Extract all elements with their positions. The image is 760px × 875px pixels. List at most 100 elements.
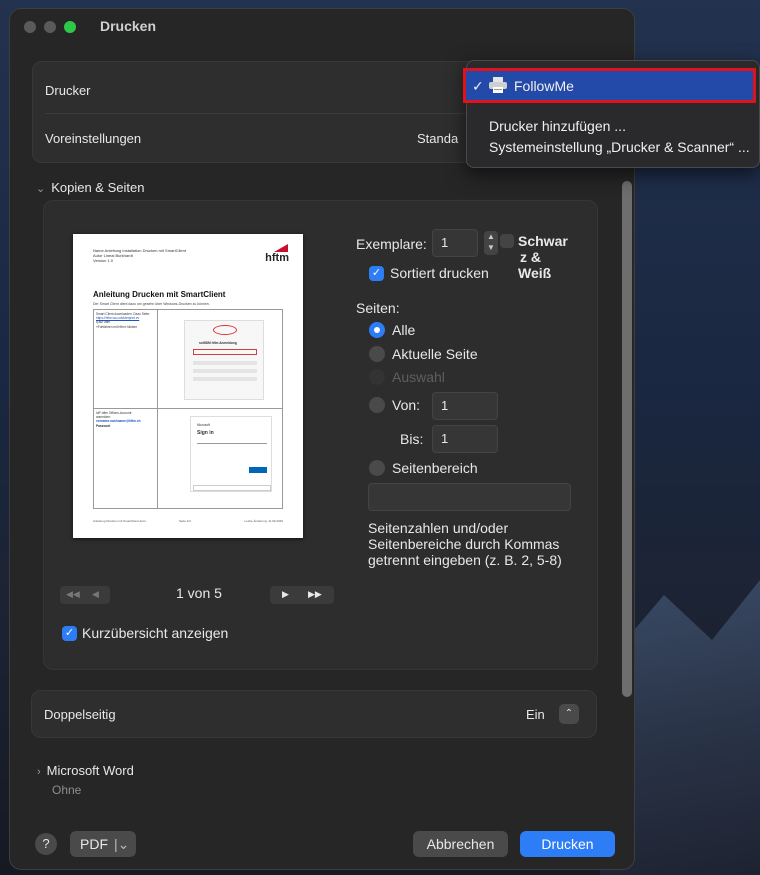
prev-page-icon[interactable]: ◀: [92, 589, 99, 600]
preview-field: [193, 377, 257, 381]
preview-table: Smart Client downloaden. Dazu Seite: htt…: [93, 309, 283, 509]
hint-line: getrennt eingeben (z. B. 2, 5-8): [368, 552, 562, 568]
printer-icon: [488, 77, 508, 93]
from-input[interactable]: 1: [432, 392, 498, 420]
radio-range-label: Seitenbereich: [392, 460, 478, 476]
print-button[interactable]: Drucken: [520, 831, 615, 857]
last-page-icon[interactable]: ▶▶: [308, 589, 322, 600]
preview-table-line: [157, 310, 158, 508]
preview-signin-options: [193, 485, 271, 491]
chevron-down-icon: ⌄: [36, 183, 46, 195]
radio-from[interactable]: [369, 397, 385, 413]
duplex-panel: Doppelseitig Ein ⌃: [31, 690, 597, 738]
preview-col1: Smart Client downloaden. Dazu Seite: htt…: [96, 312, 154, 329]
selected-printer-label: FollowMe: [514, 78, 574, 94]
copies-section-title: Kopien & Seiten: [51, 180, 145, 195]
preview-field: [193, 369, 257, 373]
page-indicator: 1 von 5: [176, 585, 222, 601]
preview-table-line: [94, 408, 282, 409]
bw-label: Schwar z & Weiß: [518, 233, 568, 281]
preview-next-btn: [249, 467, 267, 473]
duplex-select-icon[interactable]: ⌃: [559, 704, 579, 724]
next-last-page-buttons[interactable]: ▶ ▶▶: [270, 586, 334, 604]
pdf-menu-button[interactable]: PDF |⌄: [70, 831, 136, 857]
cancel-button[interactable]: Abbrechen: [413, 831, 508, 857]
preview-field: [197, 443, 267, 444]
scrollbar[interactable]: [622, 181, 632, 697]
duplex-label: Doppelseitig: [44, 707, 116, 722]
preview-heading: Anleitung Drucken mit SmartClient: [93, 290, 226, 299]
preview-highlight: [193, 349, 257, 355]
page-preview: Name Anleitung Installation Drucken mit …: [73, 234, 303, 538]
word-section-toggle[interactable]: › Microsoft Word: [37, 763, 134, 778]
preview-card-title: Sign in: [197, 430, 214, 436]
copies-section-toggle[interactable]: ⌄ Kopien & Seiten: [36, 180, 144, 195]
first-page-icon[interactable]: ◀◀: [66, 589, 80, 600]
copies-stepper[interactable]: ▲ ▼: [484, 231, 498, 255]
printer-option-selected[interactable]: ✓ FollowMe: [463, 68, 756, 103]
printer-label: Drucker: [45, 83, 91, 98]
preview-meta: Name Anleitung Installation Drucken mit …: [93, 248, 186, 263]
preview-card-title: softIDM hftm Anmeldung: [199, 341, 237, 345]
word-section-subtitle: Ohne: [52, 783, 82, 797]
close-window-button[interactable]: [24, 21, 36, 33]
preview-footer: Anleitung Drucken mit SmartClient.docx S…: [93, 519, 283, 523]
preview-col2: IdP-hftm Offices-Account anmelden: vorna…: [96, 411, 154, 428]
presets-select[interactable]: Standa: [417, 131, 458, 146]
pages-label: Seiten:: [356, 300, 400, 316]
chevron-down-icon: |⌄: [114, 836, 130, 852]
from-label: Von:: [392, 397, 421, 413]
thumbnail-checkbox[interactable]: ✓: [62, 626, 77, 641]
radio-all-label: Alle: [392, 322, 416, 338]
preview-meta-line: Version 1.0: [93, 258, 114, 263]
zoom-window-button[interactable]: [64, 21, 76, 33]
copies-input[interactable]: 1: [432, 229, 478, 257]
help-button[interactable]: ?: [35, 833, 57, 855]
preview-screenshot-2: Microsoft Sign in: [190, 416, 272, 492]
window-title: Drucken: [100, 18, 157, 34]
bw-checkbox[interactable]: [500, 234, 514, 248]
bw-label-line: Schwar: [518, 233, 568, 249]
title-bar: Drucken: [10, 9, 634, 45]
bw-label-line: z &: [520, 249, 541, 265]
preview-text: «Fortfahren mit hftm» klicken: [96, 324, 138, 329]
preview-logo-circle: [213, 325, 237, 335]
preview-field: [193, 361, 257, 365]
to-label: Bis:: [400, 431, 424, 447]
check-icon: ✓: [472, 78, 484, 94]
preview-text: Passwort: [96, 423, 111, 428]
minimize-window-button[interactable]: [44, 21, 56, 33]
duplex-value: Ein: [526, 707, 545, 722]
hint-line: Seitenbereiche durch Kommas: [368, 536, 560, 552]
preview-screenshot-1: softIDM hftm Anmeldung: [184, 320, 264, 400]
preview-card-brand: Microsoft: [197, 423, 210, 427]
radio-selection: [369, 369, 385, 385]
pdf-label: PDF: [80, 836, 108, 852]
preview-intro: Der Smart Client dient dazu um gesehn üb…: [93, 302, 210, 306]
next-page-icon[interactable]: ▶: [282, 589, 289, 600]
printer-settings-menu-item[interactable]: Systemeinstellung „Drucker & Scanner“ ..…: [489, 139, 750, 155]
hftm-logo-mark: [274, 244, 288, 252]
add-printer-menu-item[interactable]: Drucker hinzufügen ...: [489, 118, 626, 134]
hftm-logo: hftm: [265, 252, 289, 264]
bw-label-line: Weiß: [518, 265, 552, 281]
page-range-hint: Seitenzahlen und/oder Seitenbereiche dur…: [368, 520, 562, 568]
preview-footer-right: Letzte Änderung: 11.09.2020: [244, 519, 283, 523]
presets-label: Voreinstellungen: [45, 131, 142, 146]
preview-footer-mid: Seite 1/4: [179, 519, 191, 523]
thumbnail-label: Kurzübersicht anzeigen: [82, 625, 229, 641]
radio-selection-label: Auswahl: [392, 369, 445, 385]
first-prev-page-buttons[interactable]: ◀◀ ◀: [60, 586, 110, 604]
to-input[interactable]: 1: [432, 425, 498, 453]
copies-label: Exemplare:: [356, 236, 427, 252]
page-range-input[interactable]: [368, 483, 571, 511]
hint-line: Seitenzahlen und/oder: [368, 520, 509, 536]
chevron-right-icon: ›: [37, 766, 41, 778]
radio-all[interactable]: [369, 322, 385, 338]
word-section-title: Microsoft Word: [46, 763, 134, 778]
radio-current-page[interactable]: [369, 346, 385, 362]
collate-checkbox[interactable]: ✓: [369, 266, 384, 281]
preview-footer-left: Anleitung Drucken mit SmartClient.docx: [93, 519, 147, 523]
collate-label: Sortiert drucken: [390, 265, 489, 281]
radio-page-range[interactable]: [369, 460, 385, 476]
